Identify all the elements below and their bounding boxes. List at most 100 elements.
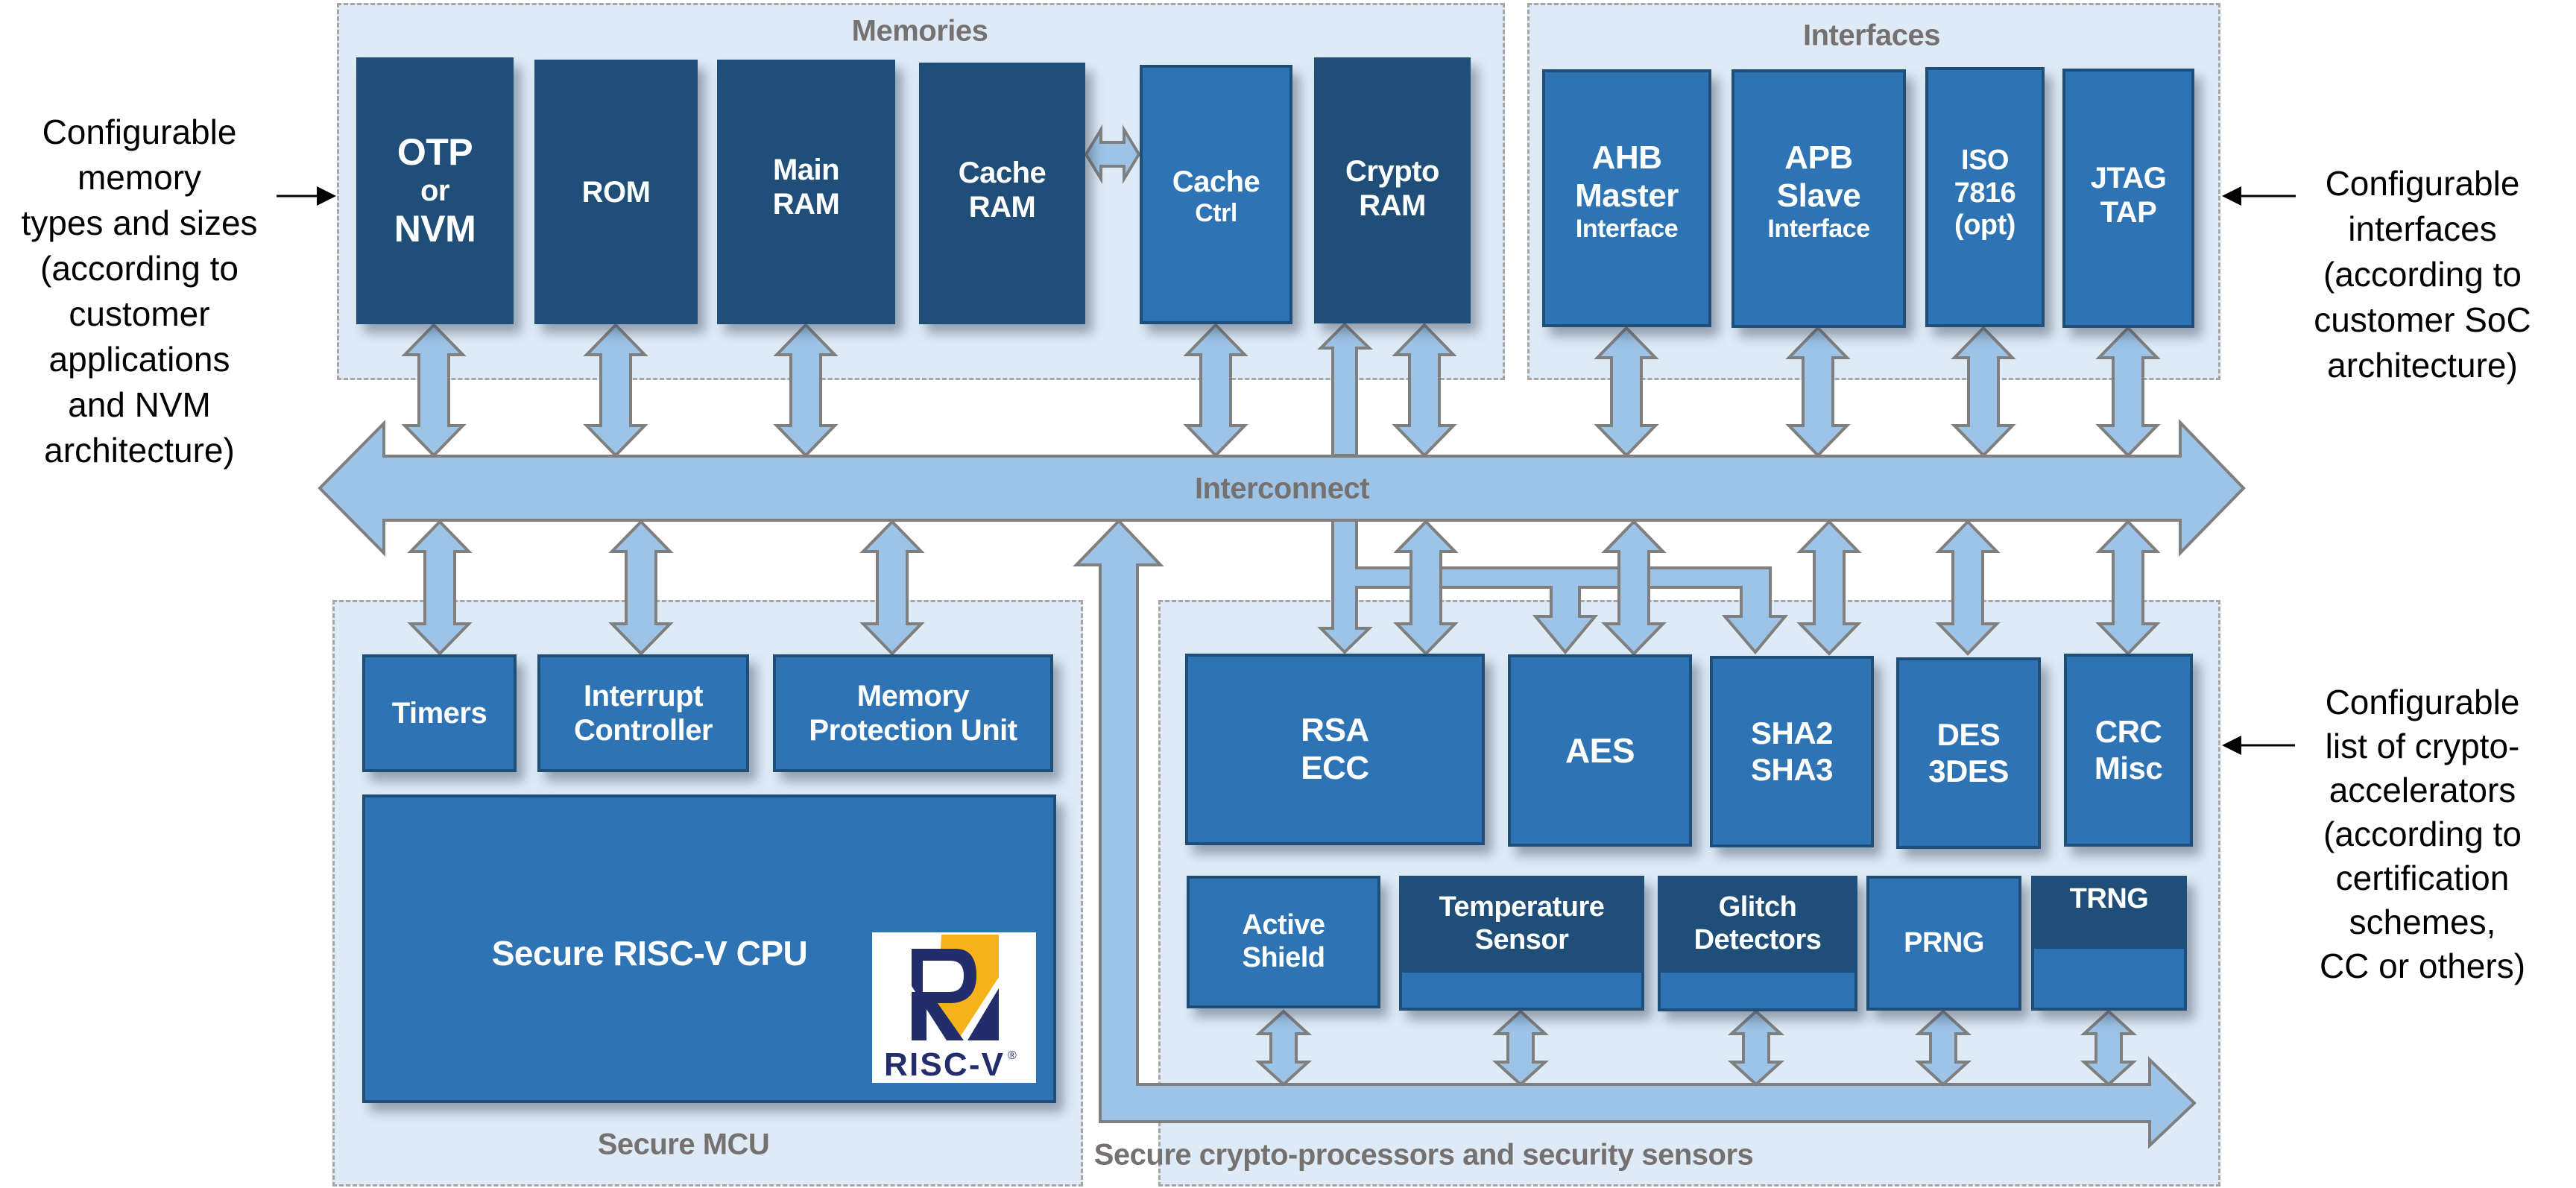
- glitch-detectors-header: Glitch Detectors: [1661, 876, 1854, 973]
- des-3des-block[interactable]: DES 3DES: [1896, 657, 2041, 849]
- ahb-arrow: [1594, 326, 1659, 458]
- block-line: RAM: [1359, 189, 1426, 222]
- block-line: Master: [1575, 177, 1679, 214]
- block-line: Detectors: [1693, 924, 1822, 955]
- annotation-line: Configurable: [2325, 164, 2520, 203]
- block-line: APB: [1784, 139, 1853, 176]
- block-line: Ctrl: [1195, 199, 1237, 227]
- main-ram-block[interactable]: Main RAM: [717, 60, 895, 324]
- annotation-line: applications: [48, 340, 230, 379]
- jtag-tap-block[interactable]: JTAG TAP: [2062, 69, 2194, 328]
- temperature-sensor-block[interactable]: Temperature Sensor: [1399, 876, 1644, 1011]
- block-line: TRNG: [2069, 883, 2149, 914]
- crypto-ram-direct-branch: [1317, 519, 1789, 655]
- annotation-line: customer SoC: [2314, 300, 2531, 339]
- crc-arrow: [2095, 519, 2161, 656]
- risc-v-logo-text: RISC-V: [884, 1046, 1004, 1083]
- interfaces-title: Interfaces: [1803, 19, 1940, 52]
- active-shield-block[interactable]: Active Shield: [1187, 876, 1380, 1008]
- block-line: ISO: [1961, 145, 2009, 176]
- block-line: Cache: [958, 157, 1046, 189]
- risc-v-logo: RISC-V ®: [872, 932, 1036, 1083]
- annotation-line: (according to: [2323, 815, 2522, 853]
- cache-link-arrow: [1084, 124, 1141, 185]
- otp-nvm-block[interactable]: OTP or NVM: [356, 57, 514, 324]
- cache-ctrl-block[interactable]: Cache Ctrl: [1140, 65, 1292, 324]
- block-line: Glitch: [1718, 891, 1797, 923]
- annotation-line: CC or others): [2319, 947, 2526, 985]
- cache-ram-block[interactable]: Cache RAM: [919, 63, 1085, 324]
- prng-arrow: [1914, 1009, 1972, 1087]
- block-line: SHA3: [1750, 751, 1834, 787]
- annotation-line: memory: [77, 158, 202, 197]
- interrupt-arrow: [608, 519, 674, 656]
- active-shield-arrow: [1254, 1009, 1313, 1087]
- rsa-ecc-block[interactable]: RSA ECC: [1185, 654, 1485, 845]
- crypto-config-annotation: Configurable list of crypto- accelerator…: [2320, 680, 2525, 988]
- block-line: AES: [1565, 730, 1635, 770]
- temperature-sensor-header: Temperature Sensor: [1402, 876, 1641, 973]
- annotation-line: schemes,: [2349, 903, 2496, 941]
- block-line: CRC: [2094, 714, 2162, 750]
- block-line: Interface: [1575, 215, 1679, 244]
- aes-block[interactable]: AES: [1508, 654, 1692, 847]
- block-line: Main: [772, 154, 840, 186]
- annotation-line: customer: [69, 294, 210, 333]
- iso-7816-block[interactable]: ISO 7816 (opt): [1925, 67, 2045, 327]
- annotation-line: accelerators: [2329, 771, 2516, 809]
- crypto-ram-block[interactable]: Crypto RAM: [1314, 57, 1471, 323]
- memories-title: Memories: [851, 14, 988, 48]
- block-line: (opt): [1954, 209, 2015, 241]
- block-line: ECC: [1301, 749, 1369, 786]
- risc-v-logo-icon: RISC-V ®: [884, 935, 1017, 1083]
- crypto-ram-arrow: [1392, 323, 1457, 458]
- annotation-line: certification: [2335, 859, 2510, 897]
- rom-block[interactable]: ROM: [534, 60, 698, 324]
- block-line: Slave: [1776, 177, 1861, 214]
- crypto-ram-direct-arrow-top: [1317, 322, 1373, 457]
- block-line: SHA2: [1750, 715, 1834, 751]
- interfaces-annotation-pointer-head: [2222, 186, 2241, 206]
- block-line: Sensor: [1474, 924, 1569, 955]
- ahb-master-interface-block[interactable]: AHB Master Interface: [1542, 69, 1711, 327]
- annotation-line: and NVM: [68, 385, 211, 424]
- memory-protection-unit-block[interactable]: Memory Protection Unit: [773, 654, 1053, 772]
- glitch-arrow: [1727, 1009, 1785, 1087]
- registered-mark: ®: [1008, 1049, 1017, 1062]
- block-line: DES: [1936, 717, 2001, 753]
- block-line: Interface: [1767, 215, 1870, 244]
- interconnect-label: Interconnect: [1194, 472, 1370, 505]
- block-line: RSA: [1301, 711, 1369, 748]
- block-line: NVM: [394, 208, 476, 250]
- block-line: Interrupt: [584, 680, 703, 713]
- block-line: or: [420, 174, 450, 207]
- block-line: Protection Unit: [809, 714, 1017, 747]
- otp-arrow: [401, 323, 467, 458]
- block-line: Cache: [1172, 165, 1260, 198]
- interfaces-config-annotation: Configurable interfaces (according to cu…: [2314, 161, 2531, 388]
- block-line: Crypto: [1345, 155, 1439, 188]
- memory-annotation-pointer-head: [317, 186, 336, 206]
- trng-block[interactable]: TRNG: [2031, 876, 2187, 1011]
- apb-slave-interface-block[interactable]: APB Slave Interface: [1731, 69, 1906, 328]
- prng-block[interactable]: PRNG: [1866, 876, 2021, 1011]
- sha-arrow: [1796, 519, 1862, 656]
- trng-header: TRNG: [2034, 876, 2184, 949]
- interrupt-controller-block[interactable]: Interrupt Controller: [537, 654, 749, 772]
- block-line: TAP: [2100, 196, 2157, 229]
- rom-arrow: [583, 323, 648, 458]
- crypto-annotation-pointer-head: [2222, 736, 2241, 755]
- block-line: Memory: [856, 680, 970, 713]
- des-arrow: [1935, 519, 2001, 656]
- crypto-title: Secure crypto-processors and security se…: [1093, 1138, 1754, 1172]
- crc-misc-block[interactable]: CRC Misc: [2064, 654, 2193, 847]
- block-line: 3DES: [1928, 753, 2009, 789]
- cpu-label: Secure RISC-V CPU: [491, 934, 808, 973]
- block-line: RAM: [772, 188, 840, 221]
- timers-block[interactable]: Timers: [362, 654, 517, 772]
- block-line: JTAG: [2090, 162, 2167, 195]
- sha2-sha3-block[interactable]: SHA2 SHA3: [1710, 656, 1874, 847]
- glitch-detectors-block[interactable]: Glitch Detectors: [1658, 876, 1857, 1011]
- block-line: AHB: [1591, 139, 1662, 176]
- block-line: Controller: [573, 714, 713, 747]
